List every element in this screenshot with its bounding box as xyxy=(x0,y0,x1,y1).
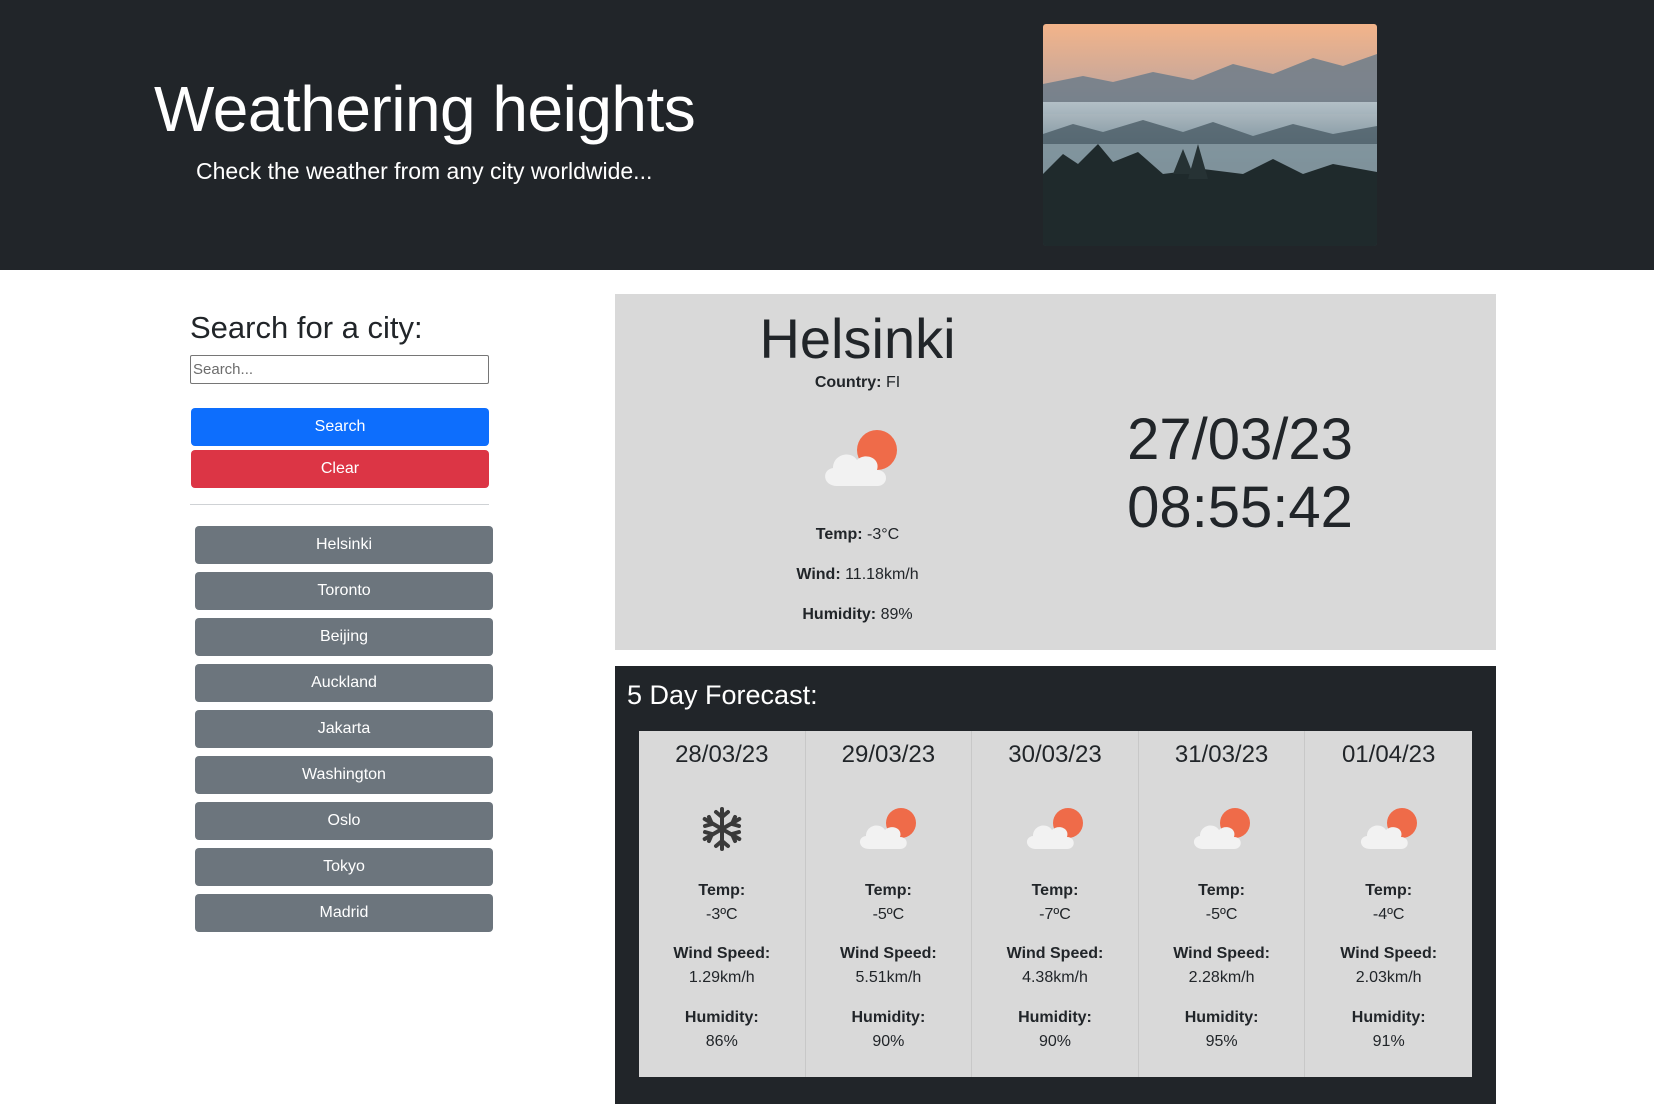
forecast-date: 29/03/23 xyxy=(841,741,936,768)
forecast-cards: 28/03/23 Temp: -3ºC Wind Speed: 1.29km/h xyxy=(639,731,1472,1077)
current-temp-value: -3°C xyxy=(867,526,900,543)
current-city-name: Helsinki xyxy=(759,307,956,370)
city-button-madrid[interactable]: Madrid xyxy=(195,894,493,932)
city-history-list: Helsinki Toronto Beijing Auckland Jakart… xyxy=(195,526,493,940)
current-temp: Temp: -3°C xyxy=(615,526,1100,544)
country-value: FI xyxy=(885,374,901,391)
partly-cloudy-icon xyxy=(1187,803,1257,855)
search-input[interactable] xyxy=(190,355,489,384)
current-weather-panel: Helsinki Country: FI Temp: -3°C Wind: 11… xyxy=(615,294,1496,650)
search-heading: Search for a city: xyxy=(190,310,423,345)
forecast-date: 01/04/23 xyxy=(1341,741,1436,768)
partly-cloudy-icon xyxy=(1020,803,1090,855)
forecast-wind-value: 5.51km/h xyxy=(855,969,922,986)
forecast-temp-label: Temp: xyxy=(864,882,912,899)
forecast-date: 30/03/23 xyxy=(1008,741,1102,768)
city-button-beijing[interactable]: Beijing xyxy=(195,618,493,656)
forecast-date: 31/03/23 xyxy=(1174,741,1269,768)
forecast-date: 28/03/23 xyxy=(675,741,769,768)
forecast-humidity-value: 90% xyxy=(1038,1033,1071,1050)
city-button-washington[interactable]: Washington xyxy=(195,756,493,794)
forecast-card: 29/03/23 Temp: -5ºC Wind Speed: 5.51km/h… xyxy=(805,731,973,1077)
forecast-card: 30/03/23 Temp: -7ºC Wind Speed: 4.38km/h… xyxy=(972,731,1139,1077)
forecast-wind-label: Wind Speed: xyxy=(840,945,937,962)
forecast-temp-value: -7ºC xyxy=(1039,906,1071,923)
forecast-wind-label: Wind Speed: xyxy=(1340,945,1438,962)
forecast-temp-value: -5ºC xyxy=(872,906,905,923)
forecast-temp-value: -5ºC xyxy=(1205,906,1238,923)
forecast-wind-value: 2.28km/h xyxy=(1188,969,1255,986)
current-wind-label: Wind: xyxy=(796,566,841,583)
city-button-oslo[interactable]: Oslo xyxy=(195,802,493,840)
forecast-humidity-label: Humidity: xyxy=(1184,1009,1259,1026)
forecast-card: 01/04/23 Temp: -4ºC Wind Speed: 2.03km/h… xyxy=(1305,731,1472,1077)
city-button-jakarta[interactable]: Jakarta xyxy=(195,710,493,748)
forecast-wind-value: 2.03km/h xyxy=(1355,969,1422,986)
site-header: Weathering heights Check the weather fro… xyxy=(0,0,1654,270)
clear-button[interactable]: Clear xyxy=(191,450,489,488)
forecast-card: 31/03/23 Temp: -5ºC Wind Speed: 2.28km/h… xyxy=(1138,731,1306,1077)
search-button[interactable]: Search xyxy=(191,408,489,446)
city-button-tokyo[interactable]: Tokyo xyxy=(195,848,493,886)
forecast-temp-label: Temp: xyxy=(1198,882,1245,899)
forecast-wind-value: 1.29km/h xyxy=(688,969,755,986)
site-title: Weathering heights xyxy=(154,73,696,145)
forecast-wind-label: Wind Speed: xyxy=(1006,945,1104,962)
forecast-wind-label: Wind Speed: xyxy=(673,945,771,962)
hero-image xyxy=(1043,24,1377,246)
site-subtitle: Check the weather from any city worldwid… xyxy=(196,158,653,184)
current-wind: Wind: 11.18km/h xyxy=(615,566,1100,584)
partly-cloudy-icon xyxy=(815,424,905,494)
forecast-temp-label: Temp: xyxy=(698,882,746,899)
current-humidity-value: 89% xyxy=(880,606,913,623)
forecast-humidity-label: Humidity: xyxy=(1351,1009,1426,1026)
forecast-humidity-value: 90% xyxy=(872,1033,905,1050)
snowflake-icon xyxy=(687,803,757,855)
forecast-panel: 5 Day Forecast: 28/03/23 Temp: -3ºC Wind… xyxy=(615,666,1496,1104)
country-row: Country: FI xyxy=(615,374,1100,392)
current-humidity: Humidity: 89% xyxy=(615,606,1100,624)
country-label: Country: xyxy=(814,374,882,391)
current-wind-value: 11.18km/h xyxy=(845,566,919,583)
current-temp-label: Temp: xyxy=(815,526,863,543)
forecast-temp-label: Temp: xyxy=(1365,882,1413,899)
forecast-humidity-label: Humidity: xyxy=(684,1009,759,1026)
forecast-card: 28/03/23 Temp: -3ºC Wind Speed: 1.29km/h xyxy=(639,731,806,1077)
current-date: 27/03/23 xyxy=(1127,407,1353,472)
sidebar-divider xyxy=(190,504,489,505)
current-humidity-label: Humidity: xyxy=(802,606,877,623)
forecast-humidity-value: 95% xyxy=(1205,1033,1238,1050)
forecast-temp-value: -3ºC xyxy=(705,906,738,923)
city-button-helsinki[interactable]: Helsinki xyxy=(195,526,493,564)
forecast-humidity-label: Humidity: xyxy=(1018,1009,1092,1026)
forecast-temp-label: Temp: xyxy=(1031,882,1079,899)
forecast-wind-label: Wind Speed: xyxy=(1173,945,1270,962)
forecast-humidity-value: 86% xyxy=(705,1033,738,1050)
partly-cloudy-icon xyxy=(1354,803,1424,855)
forecast-heading: 5 Day Forecast: xyxy=(627,680,818,710)
partly-cloudy-icon xyxy=(853,803,923,855)
current-time: 08:55:42 xyxy=(1127,475,1353,540)
city-button-toronto[interactable]: Toronto xyxy=(195,572,493,610)
forecast-wind-value: 4.38km/h xyxy=(1022,969,1088,986)
forecast-humidity-value: 91% xyxy=(1372,1033,1405,1050)
forecast-humidity-label: Humidity: xyxy=(851,1009,926,1026)
city-button-auckland[interactable]: Auckland xyxy=(195,664,493,702)
current-datetime: 27/03/23 08:55:42 xyxy=(1100,406,1380,542)
forecast-temp-value: -4ºC xyxy=(1372,906,1405,923)
